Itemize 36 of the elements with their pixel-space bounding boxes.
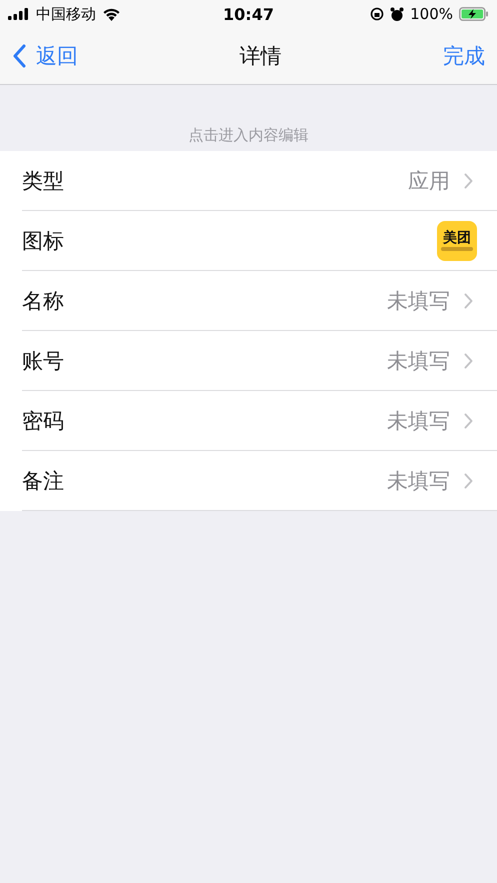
row-label: 备注: [22, 468, 65, 494]
section-header: 点击进入内容编辑: [188, 126, 308, 145]
list-row[interactable]: 备注 未填写: [22, 451, 497, 511]
clock-time: 10:47: [223, 4, 274, 24]
app-icon: 美团: [437, 220, 477, 260]
rotation-lock-icon: [370, 7, 384, 21]
chevron-icon: [464, 472, 473, 488]
wifi-icon: [102, 7, 121, 21]
signal-icon: [8, 8, 30, 20]
row-value: 未填写: [387, 288, 450, 314]
row-value: 未填写: [387, 348, 450, 374]
row-label: 类型: [22, 168, 65, 194]
chevron-icon: [464, 412, 473, 428]
row-label: 名称: [22, 288, 65, 314]
list-row[interactable]: 类型 应用: [22, 151, 497, 211]
carrier-name: 中国移动: [36, 4, 96, 24]
battery-percent: 100%: [410, 5, 453, 23]
chevron-icon: [464, 292, 473, 308]
row-label: 图标: [22, 228, 65, 254]
back-button[interactable]: 返回: [12, 38, 78, 74]
page-title: 详情: [240, 43, 282, 70]
row-value: 未填写: [387, 468, 450, 494]
row-label: 密码: [22, 408, 65, 434]
chevron-icon: [464, 172, 473, 188]
row-label: 账号: [22, 348, 65, 374]
battery-charging-icon: [459, 7, 489, 21]
done-button[interactable]: 完成: [443, 38, 485, 74]
alarm-icon: [390, 6, 404, 22]
list-row[interactable]: 密码 未填写: [22, 391, 497, 451]
chevron-icon: [464, 352, 473, 368]
row-value: 应用: [408, 168, 450, 194]
list-row[interactable]: 名称 未填写: [22, 271, 497, 331]
row-value: 未填写: [387, 408, 450, 434]
list-row[interactable]: 账号 未填写: [22, 331, 497, 391]
list-row[interactable]: 图标 美团: [22, 211, 497, 271]
back-chevron-icon: [12, 44, 26, 68]
